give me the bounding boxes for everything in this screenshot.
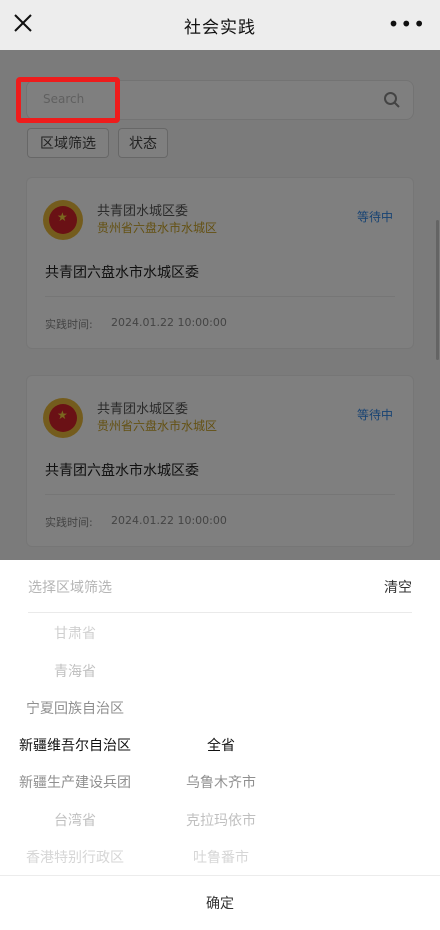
province-option-selected[interactable]: 新疆维吾尔自治区 bbox=[0, 735, 150, 755]
city-option[interactable]: 吐鲁番市 bbox=[156, 847, 286, 867]
city-option-selected[interactable]: 全省 bbox=[156, 735, 286, 755]
city-option[interactable]: 克拉玛依市 bbox=[156, 810, 286, 830]
province-option[interactable]: 台湾省 bbox=[0, 810, 150, 830]
sheet-bottom-divider bbox=[0, 875, 440, 876]
close-icon[interactable] bbox=[12, 12, 34, 34]
province-option[interactable]: 宁夏回族自治区 bbox=[0, 698, 150, 718]
province-option[interactable]: 新疆生产建设兵团 bbox=[0, 772, 150, 792]
confirm-button[interactable]: 确定 bbox=[0, 893, 440, 913]
province-option[interactable]: 香港特别行政区 bbox=[0, 847, 150, 867]
more-icon[interactable]: ••• bbox=[388, 14, 426, 34]
region-picker-sheet: 选择区域筛选 清空 甘肃省 青海省 宁夏回族自治区 新疆维吾尔自治区 新疆生产建… bbox=[0, 560, 440, 930]
highlight-box bbox=[16, 77, 120, 123]
page-title: 社会实践 bbox=[184, 17, 256, 38]
city-option[interactable]: 乌鲁木齐市 bbox=[156, 772, 286, 792]
sheet-divider bbox=[28, 612, 412, 613]
province-option[interactable]: 甘肃省 bbox=[0, 623, 150, 643]
modal-overlay[interactable] bbox=[0, 50, 440, 560]
sheet-title: 选择区域筛选 bbox=[28, 580, 112, 596]
province-option[interactable]: 青海省 bbox=[0, 661, 150, 681]
clear-button[interactable]: 清空 bbox=[384, 577, 412, 597]
top-bar: 社会实践 ••• bbox=[0, 0, 440, 50]
